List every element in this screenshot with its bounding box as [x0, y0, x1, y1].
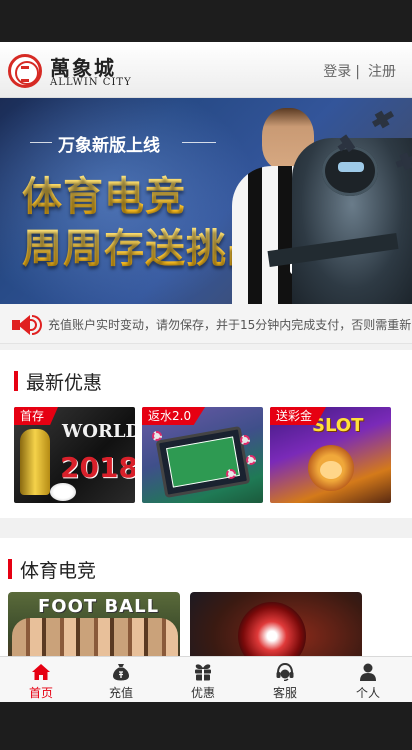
- tablet-icon: [155, 425, 251, 499]
- register-link[interactable]: 注册: [368, 64, 396, 80]
- tab-label: 个人: [355, 686, 380, 700]
- page: 萬象城 ALLWIN CITY 登录 | 注册 万象新版上线 体育电竞 周周存送挑战…: [0, 0, 412, 750]
- home-icon: [32, 664, 50, 680]
- tab-support[interactable]: 客服: [244, 657, 326, 702]
- app-viewport: 萬象城 ALLWIN CITY 登录 | 注册 万象新版上线 体育电竞 周周存送挑战…: [0, 42, 412, 702]
- chip-icon: [246, 455, 256, 465]
- tab-label: 充值: [108, 686, 133, 700]
- notice-text: 充值账户实时变动，请勿保存，并于15分钟内完成支付，否则需重新: [48, 318, 412, 332]
- user-icon: [360, 663, 376, 681]
- notice-marquee: 充值账户实时变动，请勿保存，并于15分钟内完成支付，否则需重新: [0, 304, 412, 344]
- status-bar: [0, 0, 412, 42]
- tab-label: 首页: [28, 686, 53, 700]
- banner-rule-left: [30, 142, 52, 143]
- headset-icon: [276, 663, 294, 681]
- brand-logo[interactable]: 萬象城 ALLWIN CITY: [8, 52, 138, 92]
- tab-home[interactable]: 首页: [0, 657, 82, 702]
- banner-game-soldier: [267, 138, 412, 304]
- promo-card-first-deposit[interactable]: WORLD 2018 首存: [14, 407, 135, 503]
- header: 萬象城 ALLWIN CITY 登录 | 注册: [0, 42, 412, 98]
- gift-icon: [195, 664, 211, 681]
- brand-name-en: ALLWIN CITY: [50, 77, 132, 88]
- promo-art-text: WORLD: [62, 421, 135, 442]
- tab-label: 客服: [272, 686, 297, 700]
- banner-subtitle: 万象新版上线: [58, 136, 160, 156]
- chip-icon: [152, 431, 162, 441]
- chip-icon: [240, 435, 250, 445]
- chip-icon: [226, 469, 236, 479]
- promo-card-bonus[interactable]: SLOT 送彩金: [270, 407, 391, 503]
- promo-tag: 返水2.0: [142, 407, 206, 425]
- login-link[interactable]: 登录: [323, 64, 351, 80]
- jet-icon: [371, 110, 395, 128]
- promotions-title: 最新优惠: [14, 368, 102, 395]
- trophy-icon: [20, 429, 50, 495]
- system-nav-area: [0, 702, 412, 750]
- promo-card-rebate[interactable]: 返水2.0: [142, 407, 263, 503]
- promo-art-year: 2018: [60, 451, 135, 484]
- banner-title-line1: 体育电竞: [22, 164, 186, 222]
- football-icon: [50, 483, 76, 501]
- speaker-icon: [12, 314, 42, 336]
- auth-links: 登录 | 注册: [323, 61, 396, 81]
- auth-separator: |: [355, 64, 360, 80]
- lion-mascot-icon: [308, 445, 354, 491]
- promotions-section: 最新优惠 WORLD 2018 首存 返水2.0 SLOT 送彩金: [0, 350, 412, 518]
- money-bag-icon: [113, 664, 129, 681]
- tab-recharge[interactable]: 充值: [80, 657, 162, 702]
- tab-label: 优惠: [190, 686, 215, 700]
- hero-banner[interactable]: 万象新版上线 体育电竞 周周存送挑战赛: [0, 98, 412, 304]
- tab-offers[interactable]: 优惠: [162, 657, 244, 702]
- logo-emblem-icon: [8, 54, 42, 88]
- sports-title: 体育电竞: [8, 556, 96, 583]
- promo-tag: 首存: [14, 407, 59, 425]
- soldier-visor: [338, 162, 364, 172]
- sports-art-text: FOOT BALL: [38, 596, 160, 617]
- bottom-tab-bar: 首页 充值 优惠 客服 个人: [0, 656, 412, 702]
- banner-rule-right: [182, 142, 216, 143]
- tab-profile[interactable]: 个人: [327, 657, 409, 702]
